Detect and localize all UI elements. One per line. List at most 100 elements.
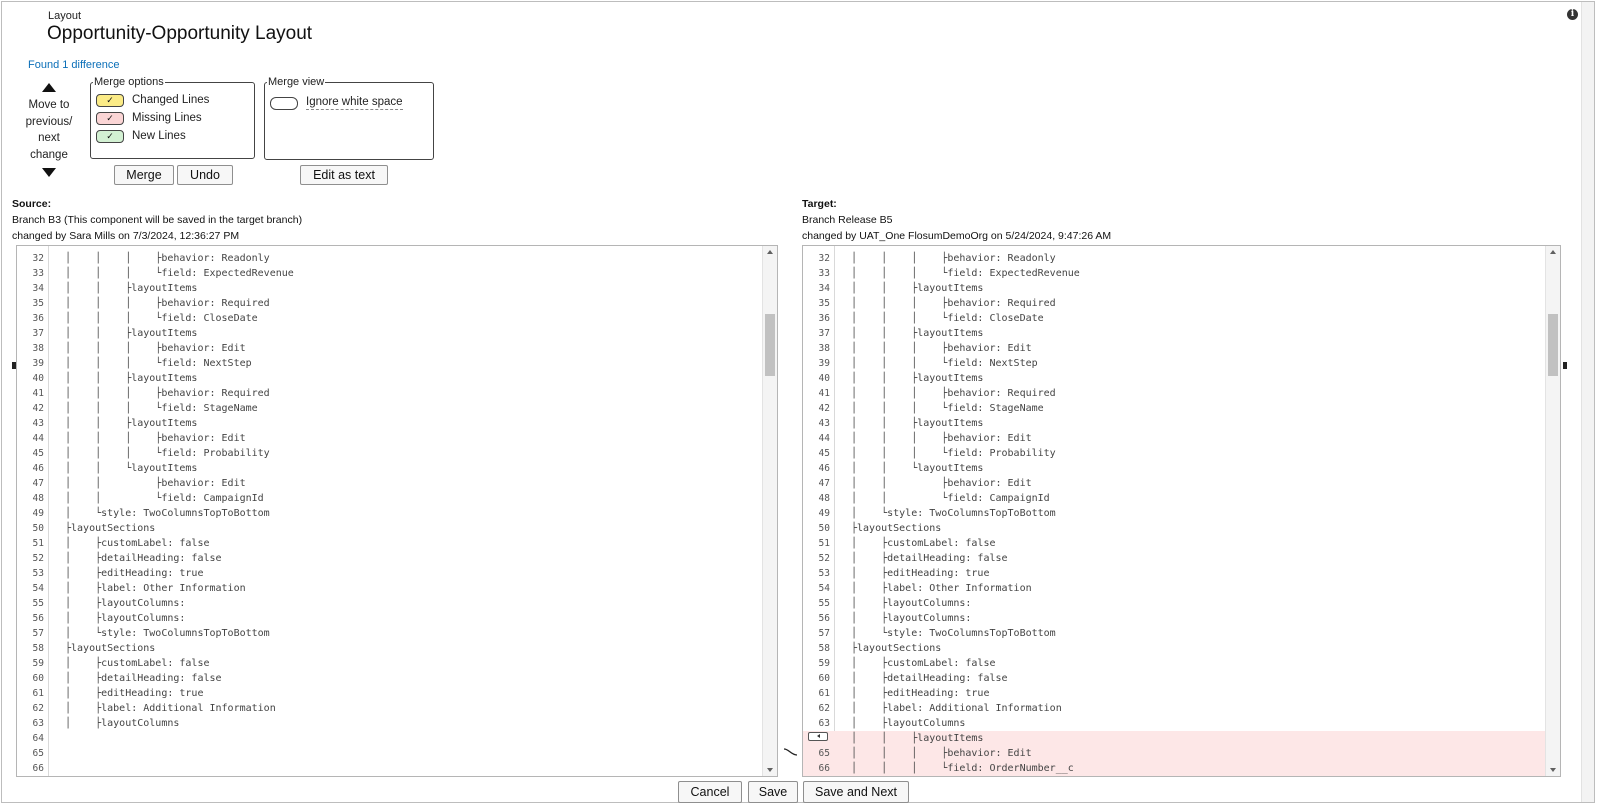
new-lines-option[interactable]: ✓ New Lines: [96, 127, 254, 145]
line-code: │ └style: TwoColumnsTopToBottom: [851, 628, 1056, 639]
scroll-up-icon[interactable]: [767, 250, 773, 254]
nav-text-3: next change: [30, 132, 68, 161]
code-line: 56 │ ├layoutColumns:: [803, 611, 1546, 626]
page-scrollbar[interactable]: [1581, 2, 1594, 802]
line-number: 60: [32, 673, 44, 684]
line-code: │ │ │ ├behavior: Readonly: [851, 253, 1056, 264]
code-line: 54 │ ├label: Other Information: [803, 581, 1546, 596]
line-code: │ ├customLabel: false: [851, 538, 996, 549]
line-number: 62: [818, 703, 830, 714]
line-code: │ │ │ └field: ExpectedRevenue: [65, 268, 294, 279]
previous-change-arrow-icon[interactable]: [42, 83, 56, 92]
line-code: │ ├layoutColumns:: [851, 613, 972, 624]
changed-lines-option[interactable]: ✓ Changed Lines: [96, 91, 254, 109]
undo-button[interactable]: Undo: [177, 165, 233, 185]
code-line: 60 │ ├detailHeading: false: [17, 671, 763, 686]
source-branch: Branch B3 (This component will be saved …: [12, 214, 303, 226]
line-number: 55: [818, 598, 830, 609]
line-number: 61: [32, 688, 44, 699]
source-code-panel[interactable]: 32 │ │ │ ├behavior: Readonly 33 │ │ │ └fiel…: [16, 245, 778, 777]
line-code: ├layoutSections: [851, 523, 942, 534]
code-line: 42 │ │ │ └field: StageName: [17, 401, 763, 416]
line-code: │ │ │ └field: OrderNumber__c: [851, 763, 1074, 774]
line-number: 36: [32, 313, 44, 324]
line-code: │ └style: TwoColumnsTopToBottom: [65, 508, 270, 519]
merge-button[interactable]: Merge: [114, 165, 174, 185]
cancel-button[interactable]: Cancel: [678, 781, 742, 803]
code-line: 41 │ │ │ ├behavior: Required: [803, 386, 1546, 401]
save-button[interactable]: Save: [748, 781, 798, 803]
code-line: 40 │ │ ├layoutItems: [803, 371, 1546, 386]
changed-lines-checkbox[interactable]: ✓: [96, 93, 124, 107]
line-number: 38: [32, 343, 44, 354]
source-scrollbar[interactable]: [762, 246, 777, 776]
scroll-thumb[interactable]: [1548, 314, 1558, 376]
line-code: │ │ ├layoutItems: [851, 328, 984, 339]
target-scrollbar[interactable]: [1545, 246, 1560, 776]
line-code: │ ├layoutColumns: [65, 718, 180, 729]
line-code: │ ├layoutColumns: [851, 718, 966, 729]
line-code: │ │ │ └field: StageName: [65, 403, 258, 414]
scroll-thumb[interactable]: [765, 314, 775, 376]
scroll-down-icon[interactable]: [767, 768, 773, 772]
save-and-next-button[interactable]: Save and Next: [803, 781, 909, 803]
line-code: │ ├detailHeading: false: [851, 553, 1008, 564]
code-line: 51 │ ├customLabel: false: [803, 536, 1546, 551]
line-number: 59: [32, 658, 44, 669]
line-code: │ │ │ ├behavior: Required: [851, 388, 1056, 399]
copy-line-left-icon[interactable]: [808, 732, 828, 741]
line-number: 53: [32, 568, 44, 579]
line-code: │ │ ├layoutItems: [851, 418, 984, 429]
line-code: ├layoutSections: [65, 643, 156, 654]
merge-view-group: Merge view Ignore white space: [264, 76, 434, 160]
missing-lines-checkbox[interactable]: ✓: [96, 111, 124, 125]
line-number: 66: [32, 763, 44, 774]
ignore-whitespace-toggle[interactable]: [270, 96, 298, 110]
nav-text-2: previous/: [25, 115, 73, 128]
line-number: 50: [32, 523, 44, 534]
line-number: 52: [32, 553, 44, 564]
line-number: 42: [818, 403, 830, 414]
found-differences-link[interactable]: Found 1 difference: [28, 59, 120, 71]
line-number: 51: [32, 538, 44, 549]
edit-as-text-button[interactable]: Edit as text: [300, 165, 388, 185]
line-code: │ ├editHeading: true: [851, 568, 990, 579]
next-change-arrow-icon[interactable]: [42, 168, 56, 177]
line-code: │ │ ├layoutItems: [851, 283, 984, 294]
ignore-whitespace-option[interactable]: Ignore white space: [270, 94, 433, 112]
code-line: 59 │ ├customLabel: false: [17, 656, 763, 671]
code-line: 40 │ │ ├layoutItems: [17, 371, 763, 386]
code-line: 61 │ ├editHeading: true: [803, 686, 1546, 701]
code-line: 38 │ │ │ ├behavior: Edit: [17, 341, 763, 356]
line-code: │ │ └field: CampaignId: [65, 493, 264, 504]
source-changed-by: changed by Sara Mills on 7/3/2024, 12:36…: [12, 230, 240, 242]
line-code: │ │ ├behavior: Edit: [851, 478, 1032, 489]
scroll-down-icon[interactable]: [1550, 768, 1556, 772]
info-icon[interactable]: i: [1567, 9, 1578, 20]
new-lines-checkbox[interactable]: ✓: [96, 129, 124, 143]
ignore-whitespace-label: Ignore white space: [306, 96, 403, 110]
line-number: 37: [32, 328, 44, 339]
line-code: │ │ ├layoutItems: [851, 373, 984, 384]
target-splitter-handle[interactable]: [1563, 362, 1567, 369]
line-number: 44: [818, 433, 830, 444]
line-code: │ ├label: Additional Information: [65, 703, 276, 714]
merge-options-group: Merge options ✓ Changed Lines ✓ Missing …: [90, 76, 255, 159]
line-code: │ ├customLabel: false: [851, 658, 996, 669]
line-number: 38: [818, 343, 830, 354]
code-line: 41 │ │ │ ├behavior: Required: [17, 386, 763, 401]
line-number: 46: [32, 463, 44, 474]
code-line: 47 │ │ ├behavior: Edit: [803, 476, 1546, 491]
target-code-panel[interactable]: 32 │ │ │ ├behavior: Readonly 33 │ │ │ └fiel…: [802, 245, 1561, 777]
missing-lines-option[interactable]: ✓ Missing Lines: [96, 109, 254, 127]
line-code: │ │ │ ├behavior: Edit: [851, 433, 1032, 444]
scroll-up-icon[interactable]: [1550, 250, 1556, 254]
target-lines: 32 │ │ │ ├behavior: Readonly 33 │ │ │ └fiel…: [803, 251, 1546, 776]
line-code: │ ├label: Other Information: [851, 583, 1032, 594]
line-number: 48: [32, 493, 44, 504]
line-number: 62: [32, 703, 44, 714]
line-code: │ │ │ ├behavior: Readonly: [65, 253, 270, 264]
line-number: 46: [818, 463, 830, 474]
code-line: 57 │ └style: TwoColumnsTopToBottom: [17, 626, 763, 641]
line-number: 52: [818, 553, 830, 564]
